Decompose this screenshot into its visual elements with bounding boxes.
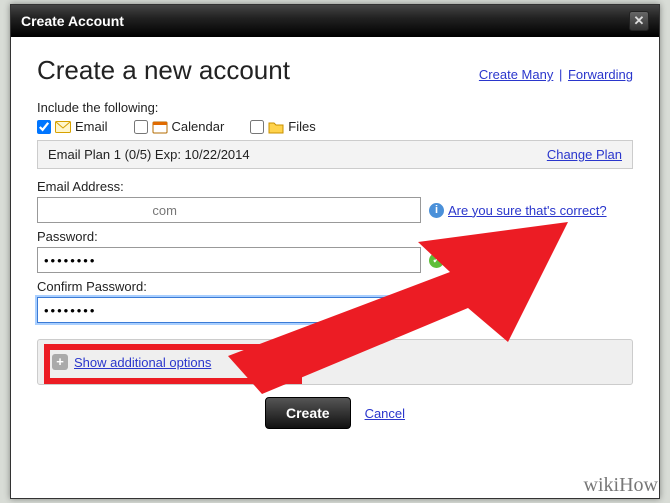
plus-icon: + (52, 354, 68, 370)
page-title: Create a new account (37, 55, 290, 86)
files-label: Files (288, 119, 315, 134)
email-checkbox[interactable] (37, 120, 51, 134)
show-additional-options[interactable]: + Show additional options (52, 354, 211, 370)
files-checkbox[interactable] (250, 120, 264, 134)
change-plan-link[interactable]: Change Plan (547, 147, 622, 162)
titlebar: Create Account ✕ (11, 5, 659, 37)
email-hint: i Are you sure that's correct? (429, 203, 607, 218)
include-options: Email Calendar Files (37, 119, 633, 134)
email-address-label: Email Address: (37, 179, 633, 194)
option-calendar[interactable]: Calendar (134, 119, 225, 134)
password-input[interactable] (37, 247, 421, 273)
email-hint-link[interactable]: Are you sure that's correct? (448, 203, 607, 218)
calendar-checkbox[interactable] (134, 120, 148, 134)
window-title: Create Account (21, 13, 124, 29)
include-label: Include the following: (37, 100, 633, 115)
option-email[interactable]: Email (37, 119, 108, 134)
check-icon: ✓ (429, 253, 444, 268)
password-label: Password: (37, 229, 633, 244)
option-files[interactable]: Files (250, 119, 315, 134)
show-additional-options-link[interactable]: Show additional options (74, 355, 211, 370)
button-row: Create Cancel (37, 391, 633, 437)
confirm-password-input[interactable] (37, 297, 421, 323)
calendar-label: Calendar (172, 119, 225, 134)
envelope-icon (55, 120, 71, 134)
link-separator: | (557, 67, 564, 82)
modal: Create Account ✕ Create a new account Cr… (10, 4, 660, 499)
plan-row: Email Plan 1 (0/5) Exp: 10/22/2014 Chang… (37, 140, 633, 169)
email-input[interactable] (37, 197, 421, 223)
modal-body: Create a new account Create Many | Forwa… (11, 37, 659, 498)
forwarding-link[interactable]: Forwarding (568, 67, 633, 82)
create-button[interactable]: Create (265, 397, 351, 429)
cancel-link[interactable]: Cancel (365, 406, 405, 421)
create-many-link[interactable]: Create Many (479, 67, 553, 82)
email-label: Email (75, 119, 108, 134)
calendar-icon (152, 120, 168, 134)
folder-icon (268, 120, 284, 134)
info-icon: i (429, 203, 444, 218)
close-button[interactable]: ✕ (629, 11, 649, 31)
advanced-panel: + Show additional options (37, 339, 633, 385)
watermark: wikiHow (584, 474, 658, 497)
confirm-password-label: Confirm Password: (37, 279, 633, 294)
top-links: Create Many | Forwarding (479, 67, 633, 82)
plan-text: Email Plan 1 (0/5) Exp: 10/22/2014 (48, 147, 250, 162)
